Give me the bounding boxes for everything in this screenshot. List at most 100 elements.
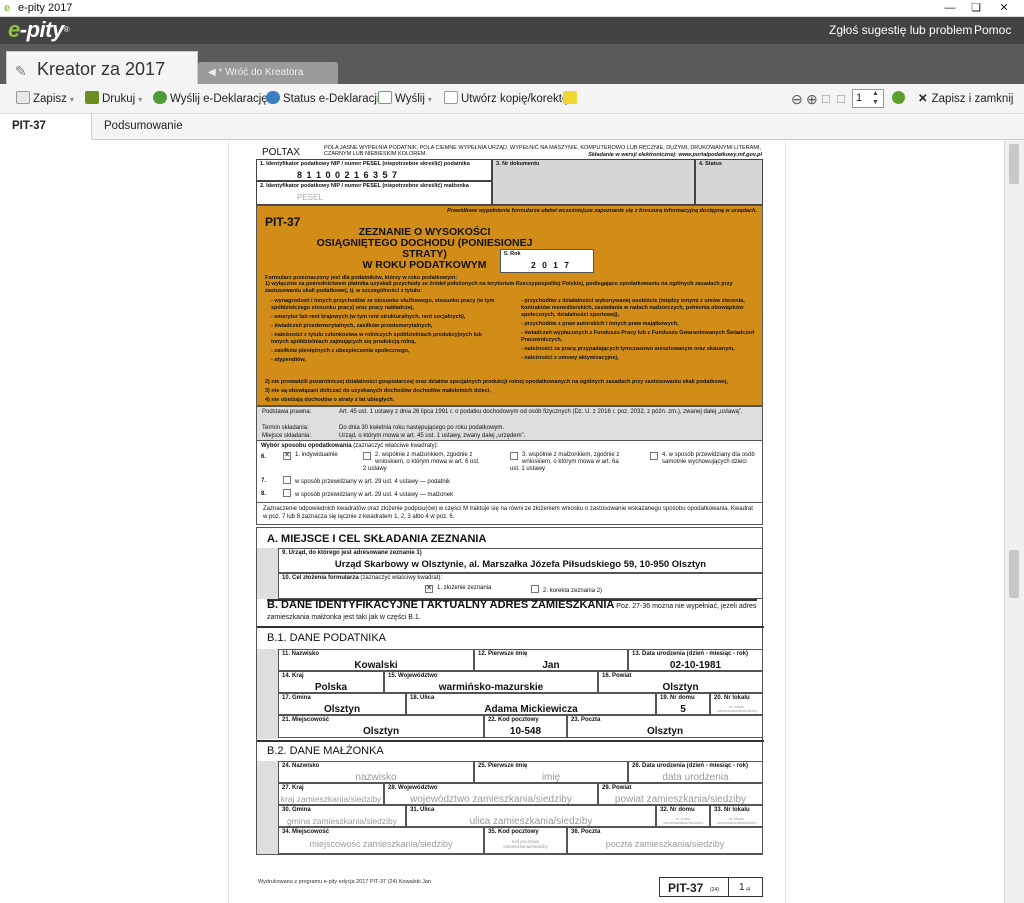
field-13-birth-date[interactable]: 13. Data urodzenia (dzień - miesiąc - ro…: [628, 649, 763, 671]
field-29-spouse-county[interactable]: 29. Powiat powiat zamieszkania/siedziby: [598, 783, 763, 805]
field-24-spouse-surname[interactable]: 24. Nazwisko nazwisko: [278, 761, 474, 783]
method-option-1[interactable]: ✕ 1. indywidualnie: [283, 452, 338, 460]
field-33-spouse-apartment-number[interactable]: 33. Nr lokalu nr lokalu zamieszkania/sied…: [710, 805, 763, 827]
purpose-option-1[interactable]: ✕ 1. złożenie zeznania: [425, 585, 491, 593]
field-5-year[interactable]: 5. Rok 2 0 1 7: [500, 249, 594, 273]
field-22-postal-code[interactable]: 22. Kod pocztowy 10-548: [484, 715, 567, 738]
poltax-label: POLTAX: [262, 147, 300, 158]
field-19-house-number[interactable]: 19. Nr domu 5: [656, 693, 710, 715]
document-tabs: PIT-37 (24)▾ Podsumowanie: [0, 114, 1024, 157]
field-10-purpose: 10. Cel złożenia formularza (zaznaczyć w…: [278, 573, 763, 599]
field-36-spouse-post-office[interactable]: 36. Poczta poczta zamieszkania/siedziby: [567, 827, 763, 854]
field-31-spouse-street[interactable]: 31. Ulica ulica zamieszkania/siedziby: [406, 805, 656, 827]
field-26-spouse-birth-date[interactable]: 26. Data urodzenia (dzień - miesiąc - ro…: [628, 761, 763, 783]
help-link[interactable]: Pomoc: [974, 17, 1011, 44]
right-items: - przychodów z działalności wykonywanej …: [521, 298, 755, 361]
header-note-2: Składanie w wersji elektronicznej: www.p…: [588, 152, 762, 158]
field-16-county[interactable]: 16. Powiat Olsztyn: [598, 671, 763, 693]
zoom-out-icon[interactable]: ⊖: [791, 90, 803, 108]
pit37-form: POLTAX POLA JASNE WYPEŁNIA PODATNIK, POL…: [256, 145, 764, 865]
field-21-city[interactable]: 21. Miejscowość Olsztyn: [278, 715, 484, 738]
method-7[interactable]: w sposób przewidziany w art. 29 ust. 4 u…: [283, 476, 450, 485]
print-dropdown-icon: ▾: [138, 95, 143, 104]
section-b2-title: B.2. DANE MAŁŻONKA: [267, 745, 384, 757]
spouse-nip-placeholder: PESEL: [297, 193, 323, 202]
copy-icon: [444, 91, 458, 104]
send-icon: [378, 91, 392, 104]
note-icon: [563, 91, 577, 104]
method-option-3[interactable]: 3. wspólnie z małżonkiem, zgodnie z wnio…: [510, 452, 630, 473]
zoom-in-icon[interactable]: ⊕: [806, 90, 818, 108]
field-17-commune[interactable]: 17. Gmina Olsztyn: [278, 693, 406, 715]
save-and-close-button[interactable]: ✕ Zapisz i zamknij: [918, 90, 1013, 108]
field-27-spouse-country[interactable]: 27. Kraj kraj zamieszkania/siedziby: [278, 783, 384, 805]
field-20-apartment-number[interactable]: 20. Nr lokalu nr lokalu zamieszkania/sied…: [710, 693, 763, 715]
tab-summary[interactable]: Podsumowanie: [92, 114, 195, 140]
status-globe-icon: [266, 91, 280, 104]
method-note: Zaznaczenie odpowiednich kwadratów oraz …: [256, 503, 763, 525]
legal-basis: Podstawa prawna: Art. 45 ust. 1 ustawy z…: [256, 406, 763, 441]
field-25-spouse-first-name[interactable]: 25. Pierwsze imię imię: [474, 761, 628, 783]
save-dropdown-icon: ▾: [69, 95, 74, 104]
save-button[interactable]: Zapisz ▾: [16, 90, 74, 108]
field-1-nip[interactable]: 1. Identyfikator podatkowy NIP / numer P…: [256, 159, 492, 181]
method-option-2[interactable]: 2. wspólnie z małżonkiem, zgodnie z wnio…: [363, 452, 483, 473]
field-15-voivodeship[interactable]: 15. Województwo warmińsko-mazurskie: [384, 671, 598, 693]
field-14-country[interactable]: 14. Kraj Polska: [278, 671, 384, 693]
section-b-header: B. DANE IDENTYFIKACYJNE I AKTUALNY ADRES…: [267, 599, 757, 622]
method-8[interactable]: w sposób przewidziany w art. 29 ust. 4 u…: [283, 489, 453, 498]
field-35-spouse-postal-code[interactable]: 35. Kod pocztowy kod pocztowy zamieszkani…: [484, 827, 567, 854]
back-to-creator-tab[interactable]: ◀ * Wróć do Kreatora: [198, 62, 338, 84]
field-34-spouse-city[interactable]: 34. Miejscowość miejscowość zamieszkania/…: [278, 827, 484, 854]
scrollbar-thumb[interactable]: [1009, 550, 1019, 598]
create-copy-button[interactable]: Utwórz kopię/korektę: [444, 90, 568, 108]
page-stepper-icon[interactable]: ▲ ▼: [872, 89, 879, 107]
page-view-icon[interactable]: □: [822, 90, 830, 108]
close-icon: ✕: [918, 93, 928, 105]
field-18-street[interactable]: 18. Ulica Adama Mickiewicza: [406, 693, 656, 715]
section-b1-title: B.1. DANE PODATNIKA: [267, 632, 386, 644]
app-logo-icon: e: [4, 2, 11, 14]
brand-bar: e-pity® Zgłoś sugestię lub problem Pomoc: [0, 17, 1024, 44]
note-button[interactable]: [563, 90, 580, 108]
nip-value: 8 1 1 0 0 2 1 6 3 5 7: [297, 170, 399, 180]
toolbar: Zapisz ▾ Drukuj ▾ Wyślij e-Deklarację Stat…: [0, 84, 1024, 114]
field-11-surname[interactable]: 11. Nazwisko Kowalski: [278, 649, 474, 671]
intro-1: 1) wyłącznie za pośrednictwem płatnika u…: [265, 281, 733, 294]
form-orange-header: Prawidłowe wypełnienie formularza ułatwi…: [256, 205, 763, 406]
field-28-spouse-voivodeship[interactable]: 28. Województwo województwo zamieszkania/…: [384, 783, 598, 805]
send-button[interactable]: Wyślij ▾: [378, 90, 432, 108]
tabs-area: ✎ Kreator za 2017 ◀ * Wróć do Kreatora: [0, 44, 1024, 91]
section-a: A. MIEJSCE I CEL SKŁADANIA ZEZNANIA 9. U…: [256, 527, 763, 599]
pin-icon: ✎: [15, 63, 27, 79]
purpose-option-2[interactable]: 2. korekta zeznania 2): [531, 585, 602, 594]
field-30-spouse-commune[interactable]: 30. Gmina gmina zamieszkania/siedziby: [278, 805, 406, 827]
left-items: - wynagrodzeń i innych przychodów ze sto…: [271, 298, 495, 363]
field-32-spouse-house-number[interactable]: 32. Nr domu nr domu zamieszkania/siedziby: [656, 805, 710, 827]
field-2-spouse-nip[interactable]: 2. Identyfikator podatkowy NIP / numer P…: [256, 181, 492, 205]
print-footer-note: Wydrukowano z programu e-pity edycja 201…: [258, 879, 431, 885]
year-value: 2 0 1 7: [531, 260, 571, 270]
two-page-view-icon[interactable]: □: [837, 90, 845, 108]
close-window-button[interactable]: ✕: [990, 0, 1018, 17]
field-9-office[interactable]: 9. Urząd, do którego jest adresowane zez…: [278, 548, 763, 573]
vertical-scrollbar[interactable]: [1004, 140, 1024, 903]
scrollbar-upper-thumb[interactable]: [1009, 144, 1019, 184]
method-option-4[interactable]: 4. w sposób przewidziany dla osób samotn…: [650, 452, 760, 466]
orange-note: Prawidłowe wypełnienie formularza ułatwi…: [447, 208, 757, 214]
suggestion-link[interactable]: Zgłoś sugestię lub problem: [829, 17, 972, 44]
send-edeclaration-button[interactable]: Wyślij e-Deklarację: [153, 90, 268, 108]
page-number-input[interactable]: 1: [852, 89, 884, 108]
field-4-status: 4. Status: [695, 159, 763, 205]
tab-pit37[interactable]: PIT-37 (24)▾: [0, 114, 92, 157]
field-12-first-name[interactable]: 12. Pierwsze imię Jan: [474, 649, 628, 671]
field-23-post-office[interactable]: 23. Poczta Olsztyn: [567, 715, 763, 738]
printer-icon: [85, 91, 99, 104]
info-icon[interactable]: [892, 90, 908, 108]
edeclaration-status-button[interactable]: Status e-Deklaracji: [266, 90, 380, 108]
restore-button[interactable]: ❏: [962, 0, 990, 17]
section-b: B. DANE IDENTYFIKACYJNE I AKTUALNY ADRES…: [256, 599, 764, 855]
minimize-button[interactable]: —: [936, 0, 964, 17]
window-title: e-pity 2017: [18, 2, 73, 14]
print-button[interactable]: Drukuj ▾: [85, 90, 142, 108]
